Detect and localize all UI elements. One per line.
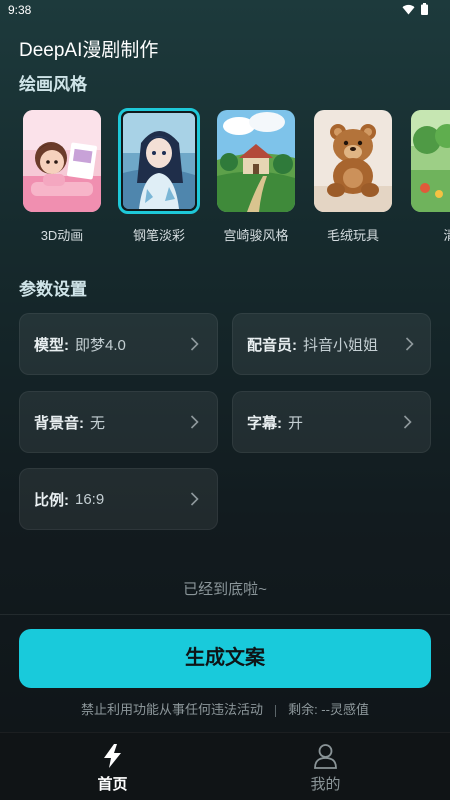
battery-icon	[421, 3, 428, 15]
nav-label-profile: 我的	[310, 776, 341, 793]
bgm-value: 无	[90, 414, 106, 432]
model-setting[interactable]: 模型: 即梦4.0	[19, 313, 218, 375]
generate-script-button[interactable]: 生成文案	[19, 629, 431, 688]
voice-key: 配音员:	[247, 336, 297, 354]
model-key: 模型:	[34, 336, 69, 354]
lightning-icon	[104, 744, 121, 768]
subtitle-value: 开	[288, 414, 304, 432]
style-section-title: 绘画风格	[19, 75, 87, 94]
wifi-icon	[402, 4, 415, 15]
style-label: 毛绒玩具	[326, 228, 379, 243]
params-section-title: 参数设置	[19, 280, 87, 299]
person-icon	[314, 744, 337, 769]
ratio-key: 比例:	[34, 491, 69, 509]
bottom-nav: 首页 我的	[0, 732, 450, 800]
style-label: 3D动画	[40, 228, 84, 243]
ratio-setting[interactable]: 比例: 16:9	[19, 468, 218, 530]
style-label: 清	[443, 228, 450, 243]
nav-tab-profile[interactable]: 我的	[213, 733, 438, 800]
style-carousel[interactable]: 3D动画 钢笔淡彩 宫崎骏风格 毛绒玩具 清	[0, 104, 450, 244]
voice-value: 抖音小姐姐	[303, 336, 379, 354]
divider	[0, 614, 450, 615]
usage-notice: 禁止利用功能从事任何违法活动 剩余: --灵感值	[0, 699, 450, 718]
end-of-list-text: 已经到底啦~	[183, 581, 267, 598]
3d-animation-thumbnail	[23, 110, 101, 212]
bgm-key: 背景音:	[34, 414, 84, 432]
voice-setting[interactable]: 配音员: 抖音小姐姐	[232, 313, 431, 375]
status-time: 9:38	[8, 3, 32, 17]
nav-label-home: 首页	[97, 776, 128, 793]
fresh-style-thumbnail	[411, 110, 450, 212]
style-label: 宫崎骏风格	[223, 228, 289, 243]
status-icons	[402, 3, 428, 15]
status-bar: 9:38	[0, 0, 450, 22]
miyazaki-style-thumbnail	[217, 110, 295, 212]
chevron-right-icon	[403, 415, 412, 429]
chevron-right-icon	[190, 415, 199, 429]
pen-watercolor-thumbnail	[118, 108, 200, 214]
ratio-value: 16:9	[75, 490, 105, 508]
nav-tab-home[interactable]: 首页	[0, 733, 225, 800]
chevron-right-icon	[190, 337, 199, 351]
subtitle-key: 字幕:	[247, 414, 282, 432]
plush-toy-thumbnail	[314, 110, 392, 212]
subtitle-setting[interactable]: 字幕: 开	[232, 391, 431, 453]
chevron-right-icon	[405, 337, 414, 351]
style-label: 钢笔淡彩	[132, 228, 185, 243]
app-title: DeepAI漫剧制作	[19, 40, 159, 61]
legal-warning-text: 禁止利用功能从事任何违法活动	[81, 702, 264, 717]
chevron-right-icon	[190, 492, 199, 506]
remaining-credits-text: 剩余: --灵感值	[288, 702, 369, 717]
bgm-setting[interactable]: 背景音: 无	[19, 391, 218, 453]
notice-separator	[275, 704, 277, 717]
model-value: 即梦4.0	[75, 336, 126, 354]
